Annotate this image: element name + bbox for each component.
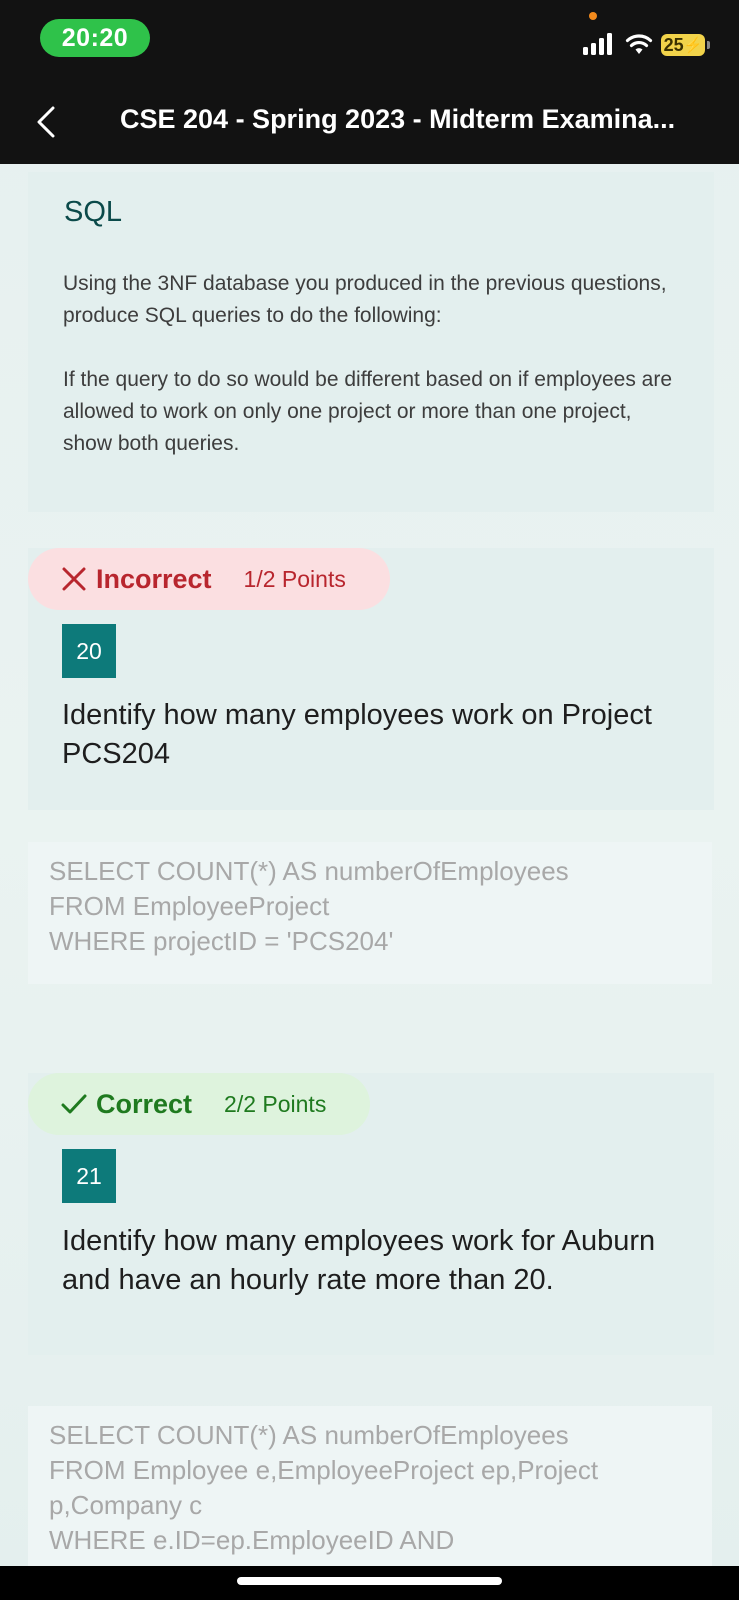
camera-indicator-icon <box>589 12 597 20</box>
section-title: SQL <box>64 196 123 228</box>
nav-bar: CSE 204 - Spring 2023 - Midterm Examina.… <box>0 80 739 164</box>
section-paragraph-1: Using the 3NF database you produced in t… <box>63 272 667 327</box>
section-paragraph-2: If the query to do so would be different… <box>63 368 672 455</box>
result-badge-correct: Correct 2/2 Points <box>28 1073 370 1135</box>
section-description: Using the 3NF database you produced in t… <box>63 268 683 460</box>
answer-text: SELECT COUNT(*) AS numberOfEmployees FRO… <box>49 856 569 956</box>
points-label: 1/2 Points <box>243 565 346 592</box>
section-card: SQL Using the 3NF database you produced … <box>28 172 714 512</box>
result-label: Correct <box>96 1088 193 1119</box>
back-button[interactable] <box>26 100 66 144</box>
cellular-signal-icon <box>583 33 617 55</box>
answer-card: SELECT COUNT(*) AS numberOfEmployees FRO… <box>28 1406 712 1576</box>
cross-icon <box>62 567 86 591</box>
status-bar: 20:20 25 ⚡ <box>0 0 739 80</box>
home-indicator[interactable] <box>237 1577 502 1585</box>
points-label: 2/2 Points <box>224 1090 327 1117</box>
result-badge-incorrect: Incorrect 1/2 Points <box>28 548 390 610</box>
status-time: 20:20 <box>40 19 150 57</box>
result-label: Incorrect <box>96 563 212 594</box>
question-text: Identify how many employees work on Proj… <box>62 699 652 770</box>
battery-level: 25 <box>663 34 684 55</box>
chevron-left-icon <box>37 106 55 138</box>
question-number: 21 <box>62 1149 116 1203</box>
question-text: Identify how many employees work for Aub… <box>62 1225 656 1296</box>
battery-icon: 25 ⚡ <box>661 34 705 56</box>
question-number: 20 <box>62 624 116 678</box>
answer-text: SELECT COUNT(*) AS numberOfEmployees FRO… <box>49 1420 599 1555</box>
battery-cap <box>707 41 710 49</box>
check-icon <box>61 1094 87 1114</box>
answer-card: SELECT COUNT(*) AS numberOfEmployees FRO… <box>28 842 712 984</box>
wifi-icon <box>625 34 653 54</box>
page-title: CSE 204 - Spring 2023 - Midterm Examina.… <box>120 104 676 134</box>
